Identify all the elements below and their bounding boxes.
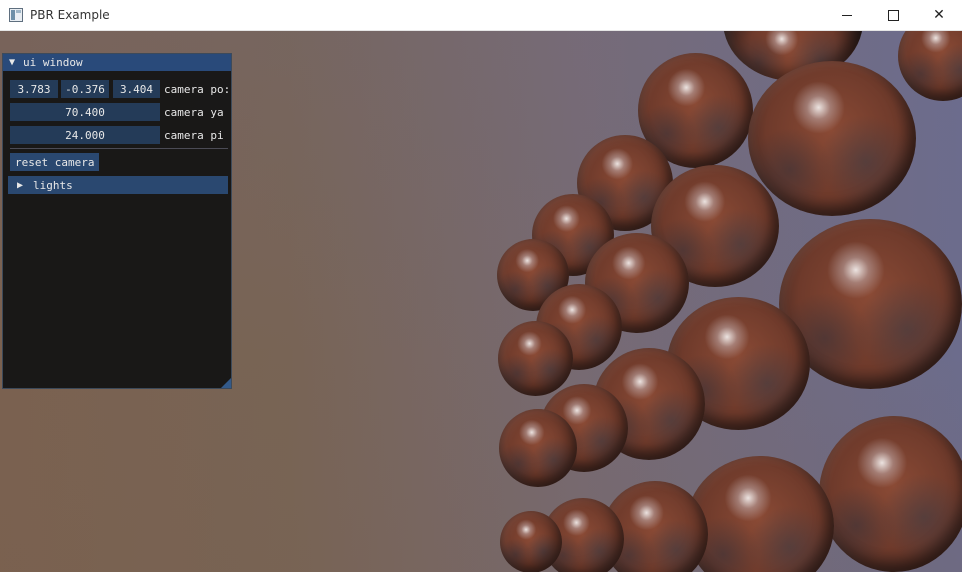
camera-pos-y-field[interactable]: -0.376 xyxy=(61,80,109,98)
ui-window-header[interactable]: ▼ ui window xyxy=(3,54,231,71)
pbr-sphere xyxy=(498,321,573,396)
camera-pos-x-value: 3.783 xyxy=(17,82,51,96)
resize-grip-icon[interactable] xyxy=(221,378,231,388)
lights-label: lights xyxy=(33,178,73,192)
close-button[interactable]: ✕ xyxy=(916,0,962,30)
triangle-right-icon: ▶ xyxy=(17,179,24,191)
camera-pos-y-value: -0.376 xyxy=(65,82,105,96)
window-title: PBR Example xyxy=(30,8,110,22)
camera-pos-label: camera po: xyxy=(164,83,231,96)
maximize-icon xyxy=(887,9,899,21)
camera-pos-x-field[interactable]: 3.783 xyxy=(10,80,58,98)
camera-pos-z-field[interactable]: 3.404 xyxy=(113,80,160,98)
ui-window-panel[interactable]: ▼ ui window 3.783 -0.376 3.404 camera po… xyxy=(2,53,232,389)
camera-yaw-label: camera ya xyxy=(164,106,224,119)
minimize-icon xyxy=(842,14,852,16)
pbr-sphere xyxy=(898,31,962,101)
camera-pos-z-value: 3.404 xyxy=(119,82,154,96)
pbr-sphere xyxy=(500,511,562,572)
maximize-button[interactable] xyxy=(870,0,916,30)
reset-camera-label: reset camera xyxy=(15,155,95,169)
minimize-button[interactable] xyxy=(824,0,870,30)
pbr-sphere xyxy=(686,456,834,572)
triangle-down-icon[interactable]: ▼ xyxy=(9,57,21,68)
pbr-sphere xyxy=(748,61,916,216)
app-window-icon xyxy=(9,8,23,22)
camera-yaw-field[interactable]: 70.400 xyxy=(10,103,160,121)
lights-tree-node[interactable]: ▶ lights xyxy=(8,176,228,194)
camera-pitch-value: 24.000 xyxy=(65,128,105,142)
pbr-sphere xyxy=(819,416,962,572)
separator xyxy=(10,148,228,149)
title-bar[interactable]: PBR Example ✕ xyxy=(0,0,962,31)
camera-yaw-value: 70.400 xyxy=(65,105,105,119)
pbr-sphere xyxy=(499,409,577,487)
camera-pitch-field[interactable]: 24.000 xyxy=(10,126,160,144)
camera-pitch-label: camera pi xyxy=(164,129,224,142)
reset-camera-button[interactable]: reset camera xyxy=(10,153,100,171)
ui-window-title: ui window xyxy=(23,56,83,69)
close-icon: ✕ xyxy=(933,7,945,23)
